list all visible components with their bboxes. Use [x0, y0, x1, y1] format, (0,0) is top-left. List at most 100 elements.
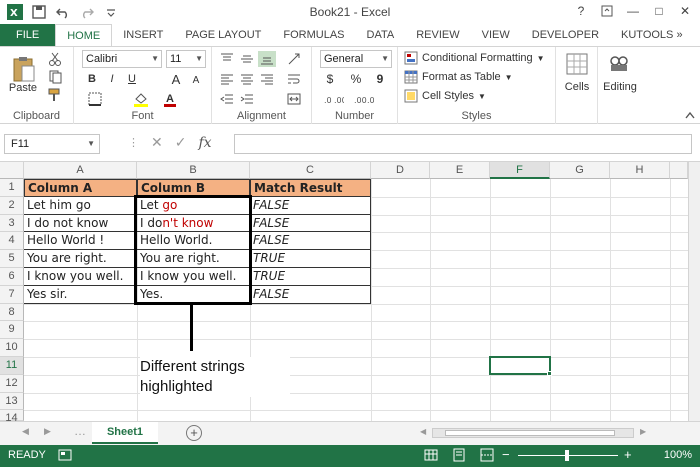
cell-a5[interactable]: You are right. — [24, 250, 137, 268]
zoom-out-button[interactable]: − — [502, 447, 510, 462]
row-header[interactable]: 7 — [0, 285, 24, 304]
normal-view-icon[interactable] — [424, 448, 438, 465]
zoom-level[interactable]: 100% — [664, 449, 692, 461]
column-header-f[interactable]: F — [490, 162, 550, 179]
tab-developer[interactable]: DEVELOPER — [521, 24, 610, 46]
align-right-icon[interactable] — [258, 71, 276, 87]
orientation-icon[interactable] — [284, 51, 304, 67]
tab-data[interactable]: DATA — [356, 24, 406, 46]
fill-handle[interactable] — [547, 371, 552, 376]
cell-c3[interactable]: FALSE — [250, 214, 371, 233]
column-header-c[interactable]: C — [250, 162, 371, 179]
active-cell-f11[interactable] — [489, 356, 551, 375]
collapse-ribbon-icon[interactable] — [684, 109, 696, 121]
close-button[interactable]: ✕ — [674, 2, 696, 20]
cell-a3[interactable]: I do not know — [24, 214, 137, 233]
row-header[interactable]: 8 — [0, 303, 24, 322]
column-header-h[interactable]: H — [610, 162, 670, 179]
cell-a7[interactable]: Yes sir. — [24, 285, 137, 304]
restore-button[interactable]: □ — [648, 2, 670, 20]
font-color-icon[interactable]: A — [160, 91, 180, 107]
tab-formulas[interactable]: FORMULAS — [272, 24, 355, 46]
scroll-left-icon[interactable]: ◀ — [420, 427, 426, 436]
more-sheets-icon[interactable]: … — [74, 424, 86, 438]
name-box[interactable]: F11 ▼ — [4, 134, 100, 154]
row-header[interactable]: 1 — [0, 179, 24, 197]
increase-decimal-icon[interactable]: .0.00 — [322, 91, 346, 107]
cell-c4[interactable]: FALSE — [250, 232, 371, 251]
worksheet-grid[interactable]: A B C D E F G H 1 2 3 4 5 6 7 8 9 10 11 … — [0, 162, 700, 424]
column-header-d[interactable]: D — [371, 162, 430, 179]
insert-function-button[interactable]: fx — [198, 135, 211, 151]
tab-kutools[interactable]: KUTOOLS » — [610, 24, 694, 46]
vertical-scrollbar[interactable] — [688, 162, 700, 421]
fill-color-icon[interactable] — [130, 91, 152, 107]
scroll-right-icon[interactable]: ▶ — [44, 426, 51, 437]
cell-styles-button[interactable]: Cell Styles ▼ — [404, 89, 486, 103]
horizontal-scrollbar[interactable] — [432, 428, 634, 438]
align-bottom-icon[interactable] — [258, 51, 276, 67]
row-header-selected[interactable]: 11 — [0, 357, 24, 375]
tab-review[interactable]: REVIEW — [405, 24, 470, 46]
cell-c5[interactable]: TRUE — [250, 250, 371, 268]
minimize-button[interactable]: — — [622, 2, 644, 20]
cell-c2[interactable]: FALSE — [250, 196, 371, 215]
row-header[interactable]: 13 — [0, 392, 24, 411]
cancel-icon[interactable]: ✕ — [151, 134, 163, 151]
column-header-e[interactable]: E — [430, 162, 490, 179]
percent-button[interactable]: % — [348, 71, 364, 87]
row-header[interactable]: 6 — [0, 268, 24, 286]
select-all-corner[interactable] — [0, 162, 24, 179]
formula-input[interactable] — [234, 134, 692, 154]
help-button[interactable]: ? — [570, 2, 592, 20]
conditional-formatting-button[interactable]: Conditional Formatting ▼ — [404, 51, 545, 65]
macro-record-icon[interactable] — [58, 448, 72, 465]
horizontal-scroll-thumb[interactable] — [445, 430, 615, 436]
row-header[interactable]: 3 — [0, 214, 24, 233]
scroll-right-icon[interactable]: ▶ — [640, 427, 646, 436]
editing-group[interactable]: Editing — [598, 47, 642, 125]
copy-icon[interactable] — [46, 69, 68, 85]
cells-group[interactable]: Cells — [556, 47, 598, 125]
comma-style-button[interactable]: 9 — [372, 71, 388, 87]
align-left-icon[interactable] — [218, 71, 236, 87]
row-header[interactable]: 4 — [0, 232, 24, 251]
font-size-dropdown[interactable]: 11 ▼ — [166, 50, 206, 68]
new-sheet-button[interactable]: + — [186, 425, 202, 441]
cell-c7[interactable]: FALSE — [250, 285, 371, 304]
row-header[interactable]: 14 — [0, 410, 24, 424]
row-header[interactable]: 12 — [0, 374, 24, 393]
format-as-table-button[interactable]: Format as Table ▼ — [404, 70, 513, 84]
cell-c6[interactable]: TRUE — [250, 268, 371, 286]
format-painter-icon[interactable] — [46, 87, 64, 103]
row-header[interactable]: 2 — [0, 196, 24, 215]
merge-center-icon[interactable] — [284, 91, 304, 107]
tab-page-layout[interactable]: PAGE LAYOUT — [174, 24, 272, 46]
borders-icon[interactable] — [84, 91, 106, 107]
header-cell-c[interactable]: Match Result — [250, 179, 371, 197]
tab-home[interactable]: HOME — [55, 24, 113, 46]
cell-a4[interactable]: Hello World ! — [24, 232, 137, 251]
cell-a2[interactable]: Let him go — [24, 196, 137, 215]
tab-file[interactable]: FILE — [0, 24, 56, 46]
zoom-slider-handle[interactable] — [565, 450, 569, 461]
row-header[interactable]: 9 — [0, 321, 24, 340]
column-header-b[interactable]: B — [137, 162, 250, 179]
row-header[interactable]: 5 — [0, 250, 24, 268]
sheet-tab-sheet1[interactable]: Sheet1 — [92, 422, 158, 444]
decrease-decimal-icon[interactable]: .00.0 — [352, 91, 376, 107]
align-center-icon[interactable] — [238, 71, 256, 87]
align-top-icon[interactable] — [218, 51, 236, 67]
currency-button[interactable]: $ — [322, 71, 338, 87]
zoom-in-button[interactable]: + — [624, 447, 632, 462]
shrink-font-button[interactable]: A — [188, 73, 204, 87]
wrap-text-icon[interactable] — [284, 71, 304, 87]
page-layout-view-icon[interactable] — [452, 448, 466, 465]
column-header-a[interactable]: A — [24, 162, 137, 179]
paste-button[interactable]: Paste — [6, 51, 40, 99]
cut-icon[interactable] — [46, 51, 64, 67]
header-cell-a[interactable]: Column A — [24, 179, 137, 197]
font-name-dropdown[interactable]: Calibri ▼ — [82, 50, 162, 68]
row-header[interactable]: 10 — [0, 339, 24, 357]
decrease-indent-icon[interactable] — [218, 91, 236, 107]
